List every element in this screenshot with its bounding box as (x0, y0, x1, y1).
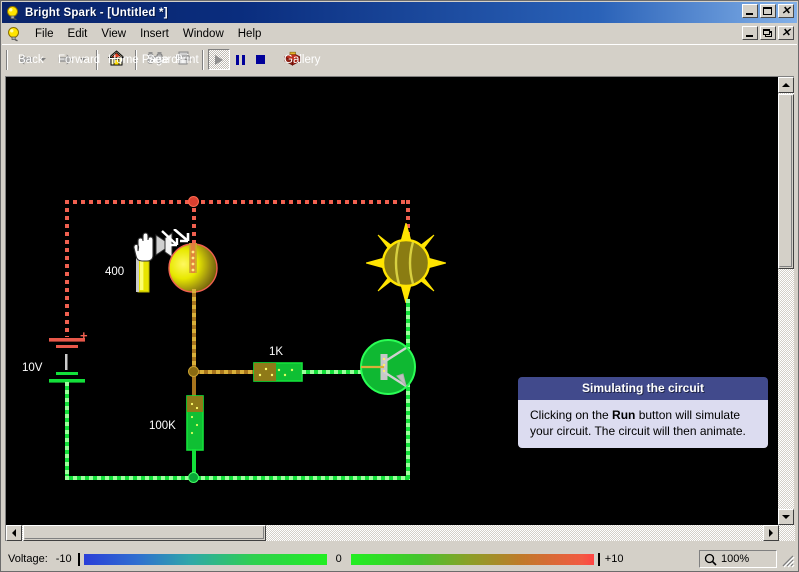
scroll-right-button[interactable] (763, 525, 779, 541)
battery-plus-sign: + (80, 328, 88, 343)
maximize-button[interactable] (760, 4, 776, 18)
document-lightbulb-icon[interactable] (6, 26, 22, 42)
tooltip-body-pre: Clicking on the (530, 408, 613, 422)
stop-icon (255, 55, 265, 64)
voltage-scale-max: +10 (604, 553, 624, 565)
menu-item-insert[interactable]: Insert (133, 26, 176, 42)
lightbulb-icon (5, 5, 21, 21)
back-button[interactable]: Back (12, 48, 52, 71)
mdi-close-button[interactable]: ✕ (778, 26, 794, 40)
junction-node-bottom[interactable] (188, 472, 199, 483)
menu-item-file[interactable]: File (28, 26, 61, 42)
resistor-1k-component[interactable] (253, 362, 303, 382)
scroll-up-button[interactable] (778, 77, 794, 93)
junction-node-top[interactable] (188, 196, 199, 207)
minimize-button[interactable] (742, 4, 758, 18)
back-label: Back (18, 53, 44, 66)
voltage-tick-right (597, 552, 600, 566)
window-title: Bright Spark - [Untitled *] (25, 6, 168, 19)
run-button[interactable] (208, 49, 230, 70)
status-bar: Voltage: -10 0 +10 100% (2, 548, 797, 570)
application-window: Bright Spark - [Untitled *] ✕ File Edit … (0, 0, 799, 572)
gallery-label: Gallery (284, 53, 321, 66)
lamp-component[interactable] (167, 242, 219, 294)
zoom-panel[interactable]: 100% (699, 550, 777, 568)
wire-mid-horizontal-dash[interactable] (192, 370, 254, 374)
voltage-gradient-positive (350, 553, 594, 565)
resistor-100k-label: 100K (149, 420, 176, 432)
scroll-down-button[interactable] (778, 509, 794, 525)
voltage-label: Voltage: (8, 553, 48, 565)
resistor-1k-label: 1K (269, 346, 284, 358)
wire-left-top[interactable] (65, 200, 69, 337)
toolbar-separator (6, 49, 8, 70)
zoom-level-value: 100% (721, 553, 750, 565)
forward-button[interactable]: Forward (52, 48, 100, 71)
toolbar: Back Forward Home Page Search Print Gall… (2, 44, 797, 74)
circuit-canvas[interactable]: + 10V 400 100K 1K Simulating the circuit… (6, 77, 778, 525)
wire-top-rail[interactable] (65, 200, 410, 204)
menu-item-help[interactable]: Help (231, 26, 269, 42)
battery-label: 10V (22, 362, 43, 374)
voltage-scale-mid: 0 (335, 553, 342, 565)
vertical-scrollbar[interactable] (778, 77, 794, 525)
junction-node-mid[interactable] (188, 366, 199, 377)
close-button[interactable]: ✕ (778, 4, 794, 18)
menu-bar: File Edit View Insert Window Help ✕ (2, 23, 797, 44)
magnifier-icon (704, 553, 717, 566)
play-icon (215, 54, 223, 65)
forward-label: Forward (58, 53, 101, 66)
resistor-100k-component[interactable] (186, 395, 204, 451)
document-area: + 10V 400 100K 1K Simulating the circuit… (5, 76, 795, 541)
home-page-button[interactable]: Home Page (102, 48, 169, 71)
scroll-left-button[interactable] (6, 525, 22, 541)
voltage-scale-min: -10 (55, 553, 72, 565)
tooltip-callout[interactable]: Simulating the circuit Clicking on the R… (517, 376, 769, 449)
print-label: Print (175, 53, 199, 66)
menu-item-view[interactable]: View (94, 26, 133, 42)
mdi-restore-button[interactable] (760, 26, 776, 40)
menu-item-window[interactable]: Window (176, 26, 231, 42)
tooltip-body-bold: Run (612, 408, 636, 422)
menu-item-edit[interactable]: Edit (61, 26, 95, 42)
wire-left-bottom-dash[interactable] (65, 382, 69, 479)
stop-button[interactable] (250, 49, 270, 70)
voltage-tick-left (77, 552, 80, 566)
transistor-component[interactable] (359, 338, 417, 396)
title-bar: Bright Spark - [Untitled *] ✕ (2, 2, 797, 23)
gallery-button[interactable]: Gallery (278, 48, 320, 71)
variable-resistor-label: 400 (105, 266, 125, 278)
voltage-gradient-negative (83, 553, 327, 565)
vertical-scrollbar-thumb[interactable] (778, 94, 794, 269)
pause-icon (235, 54, 245, 65)
bulb-lamp-component[interactable] (364, 221, 448, 305)
tooltip-title: Simulating the circuit (518, 377, 768, 400)
wire-bottom-rail-dash[interactable] (65, 476, 410, 480)
horizontal-scrollbar-thumb[interactable] (23, 525, 266, 541)
mdi-minimize-button[interactable] (742, 26, 758, 40)
mdi-child-controls: ✕ (742, 26, 794, 40)
pause-button[interactable] (230, 49, 250, 70)
toolbar-separator-4 (202, 49, 204, 70)
horizontal-scrollbar[interactable] (6, 525, 795, 541)
resize-grip[interactable] (781, 554, 795, 568)
window-controls: ✕ (742, 4, 794, 18)
tooltip-body: Clicking on the Run button will simulate… (518, 400, 768, 448)
wire-mid-vertical-dash[interactable] (192, 289, 196, 372)
